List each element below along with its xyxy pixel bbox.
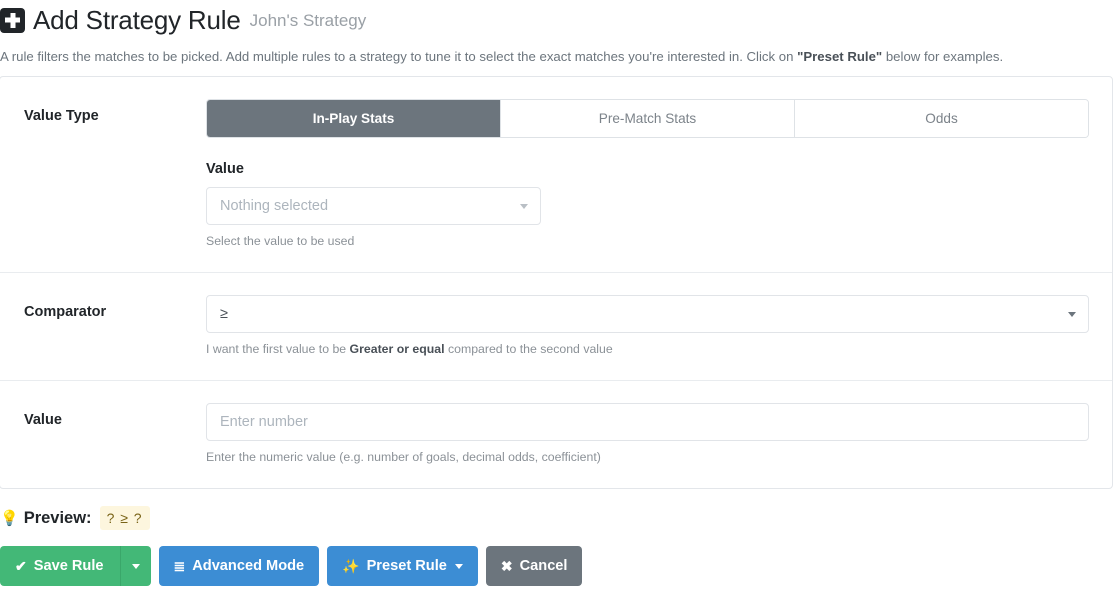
preview-label: Preview: (24, 509, 92, 528)
comparator-label: Comparator (24, 304, 206, 320)
comparator-help-part1: I want the first value to be (206, 342, 350, 356)
page-description-part1: A rule filters the matches to be picked.… (0, 49, 797, 64)
save-rule-label: Save Rule (34, 558, 104, 574)
comparator-help-part2: compared to the second value (445, 342, 613, 356)
comparator-row: Comparator ≥ I want the first value to b… (0, 272, 1112, 380)
value-number-help: Enter the numeric value (e.g. number of … (206, 450, 1089, 466)
comparator-help-highlight: Greater or equal (350, 342, 445, 356)
page-description: A rule filters the matches to be picked.… (0, 48, 1114, 65)
value-select-help: Select the value to be used (206, 234, 1089, 250)
save-rule-split-button: ✔ Save Rule (0, 546, 151, 586)
save-rule-button[interactable]: ✔ Save Rule (0, 546, 120, 586)
value-number-label: Value (24, 412, 206, 428)
page-description-highlight: "Preset Rule" (797, 49, 882, 64)
comparator-label-col: Comparator (24, 295, 206, 320)
caret-down-icon (132, 564, 140, 569)
preset-rule-button[interactable]: ✨ Preset Rule (327, 546, 478, 586)
preset-rule-label: Preset Rule (367, 558, 447, 574)
value-select[interactable]: Nothing selected (206, 187, 541, 225)
strategy-name: John's Strategy (250, 12, 367, 29)
page-title: Add Strategy Rule (33, 7, 241, 33)
value-select-label: Value (206, 161, 1089, 177)
tab-in-play-stats[interactable]: In-Play Stats (207, 100, 500, 137)
action-button-bar: ✔ Save Rule ≣ Advanced Mode ✨ Preset Rul… (0, 546, 1114, 586)
comparator-field-col: ≥ I want the first value to be Greater o… (206, 295, 1089, 358)
cancel-label: Cancel (520, 558, 568, 574)
caret-down-icon (455, 564, 463, 569)
sliders-icon: ≣ (174, 559, 186, 573)
comparator-help: I want the first value to be Greater or … (206, 342, 1089, 358)
value-number-input[interactable] (206, 403, 1089, 441)
check-icon: ✔ (15, 559, 27, 573)
value-type-row: Value Type In-Play Stats Pre-Match Stats… (0, 77, 1112, 272)
preview-expression: ? ≥ ? (100, 506, 150, 530)
value-type-label: Value Type (24, 108, 206, 124)
value-select-text: Nothing selected (220, 198, 328, 214)
value-number-field-col: Enter the numeric value (e.g. number of … (206, 403, 1089, 466)
value-number-row: Value Enter the numeric value (e.g. numb… (0, 380, 1112, 488)
tab-pre-match-stats[interactable]: Pre-Match Stats (500, 100, 794, 137)
value-number-label-col: Value (24, 403, 206, 428)
cancel-button[interactable]: ✖ Cancel (486, 546, 583, 586)
chevron-down-icon (1068, 312, 1076, 317)
save-rule-dropdown-toggle[interactable] (120, 546, 151, 586)
page-description-part2: below for examples. (882, 49, 1003, 64)
advanced-mode-button[interactable]: ≣ Advanced Mode (159, 546, 320, 586)
plus-square-icon (0, 8, 25, 33)
lightbulb-icon: 💡 (0, 511, 19, 526)
tab-odds[interactable]: Odds (794, 100, 1088, 137)
value-type-tab-group: In-Play Stats Pre-Match Stats Odds (206, 99, 1089, 138)
value-type-label-col: Value Type (24, 99, 206, 124)
chevron-down-icon (520, 204, 528, 209)
advanced-mode-label: Advanced Mode (192, 558, 304, 574)
times-icon: ✖ (501, 559, 513, 573)
comparator-select[interactable]: ≥ (206, 295, 1089, 333)
value-type-field-col: In-Play Stats Pre-Match Stats Odds Value… (206, 99, 1089, 250)
preview-bar: 💡 Preview: ? ≥ ? (0, 505, 1114, 531)
magic-wand-icon: ✨ (342, 559, 359, 573)
page-header: Add Strategy Rule John's Strategy (0, 0, 1114, 38)
rule-form-card: Value Type In-Play Stats Pre-Match Stats… (0, 76, 1113, 489)
comparator-select-text: ≥ (220, 306, 228, 322)
